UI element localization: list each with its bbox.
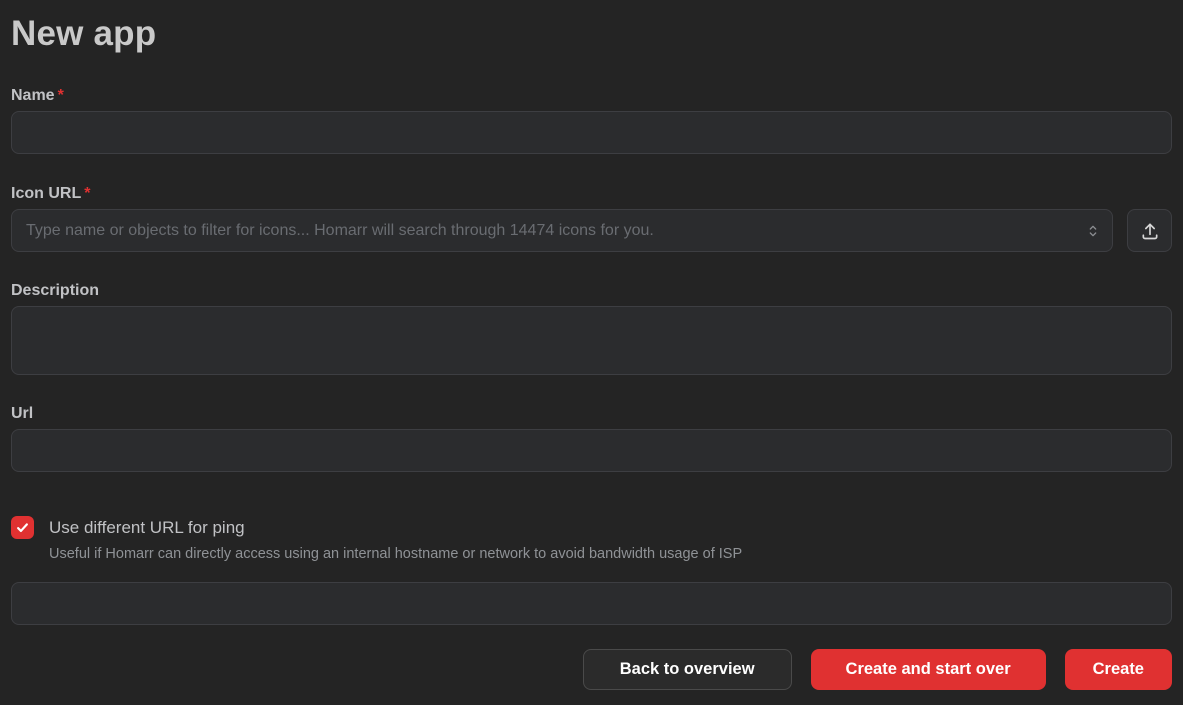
icon-url-label: Icon URL* (11, 185, 1172, 203)
form-actions: Back to overview Create and start over C… (11, 649, 1172, 690)
page-title: New app (11, 14, 1172, 54)
required-asterisk: * (84, 185, 90, 202)
name-label: Name* (11, 87, 1172, 105)
required-asterisk: * (58, 87, 64, 104)
create-button[interactable]: Create (1065, 649, 1172, 690)
new-app-form: New app Name* Icon URL* (0, 0, 1183, 690)
url-input[interactable] (11, 429, 1172, 472)
url-label: Url (11, 405, 1172, 423)
ping-checkbox[interactable] (11, 516, 34, 539)
name-input[interactable] (11, 111, 1172, 154)
upload-icon-button[interactable] (1127, 209, 1172, 252)
description-field-group: Description (11, 282, 1172, 375)
back-to-overview-button[interactable]: Back to overview (583, 649, 792, 690)
ping-checkbox-label[interactable]: Use different URL for ping (49, 518, 245, 538)
url-field-group: Url (11, 405, 1172, 472)
icon-search-input[interactable] (11, 209, 1113, 252)
check-icon (15, 520, 30, 535)
description-label: Description (11, 282, 1172, 300)
ping-section: Use different URL for ping Useful if Hom… (11, 516, 1172, 625)
upload-icon (1140, 221, 1160, 241)
ping-helper-text: Useful if Homarr can directly access usi… (49, 546, 1172, 562)
icon-url-field-group: Icon URL* (11, 185, 1172, 252)
description-textarea[interactable] (11, 306, 1172, 375)
name-field-group: Name* (11, 87, 1172, 154)
ping-url-input[interactable] (11, 582, 1172, 625)
create-and-start-over-button[interactable]: Create and start over (811, 649, 1046, 690)
icon-select-wrap (11, 209, 1113, 252)
